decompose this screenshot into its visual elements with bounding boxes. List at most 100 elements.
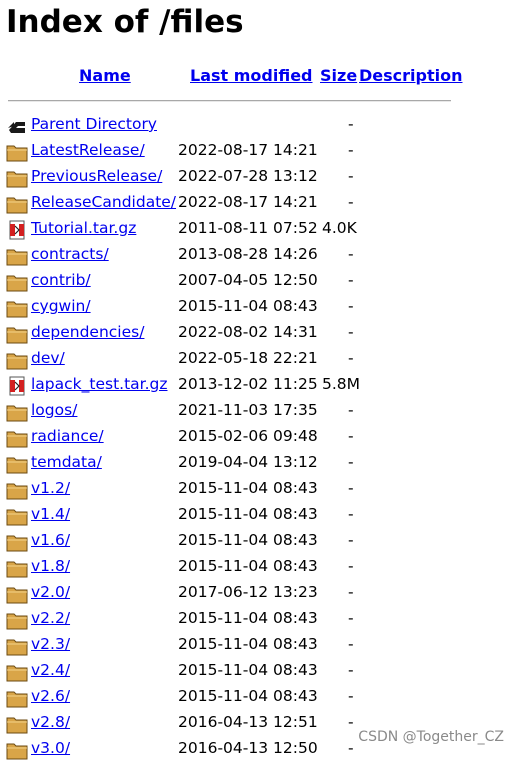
folder-icon	[6, 688, 28, 708]
table-row: PreviousRelease/2022-07-28 13:12 -	[0, 164, 519, 190]
sort-by-description-link[interactable]: Description	[359, 66, 462, 85]
file-link[interactable]: v2.2/	[31, 609, 70, 627]
folder-icon	[6, 246, 28, 266]
table-row: v1.8/2015-11-04 08:43 -	[0, 554, 519, 580]
size-cell: -	[348, 453, 354, 471]
folder-icon	[6, 636, 28, 656]
table-row: v2.4/2015-11-04 08:43 -	[0, 658, 519, 684]
column-header-size[interactable]: Size	[320, 66, 357, 88]
back-icon	[6, 116, 28, 136]
folder-icon	[6, 558, 28, 578]
compressed-file-icon	[6, 376, 28, 396]
file-link[interactable]: v2.3/	[31, 635, 70, 653]
file-link[interactable]: temdata/	[31, 453, 102, 471]
last-modified-cell: 2015-02-06 09:48	[178, 427, 318, 445]
column-header-name[interactable]: Name	[79, 66, 131, 88]
last-modified-cell: 2019-04-04 13:12	[178, 453, 318, 471]
size-cell: -	[348, 635, 354, 653]
size-cell: -	[348, 427, 354, 445]
folder-icon	[6, 506, 28, 526]
folder-icon	[6, 428, 28, 448]
file-link[interactable]: v1.8/	[31, 557, 70, 575]
size-cell: -	[348, 323, 354, 341]
last-modified-cell: 2022-08-17 14:21	[178, 141, 318, 159]
file-link[interactable]: PreviousRelease/	[31, 167, 162, 185]
sort-by-size-link[interactable]: Size	[320, 66, 357, 85]
folder-icon	[6, 298, 28, 318]
file-link[interactable]: v2.8/	[31, 713, 70, 731]
table-row: temdata/2019-04-04 13:12 -	[0, 450, 519, 476]
last-modified-cell: 2022-08-02 14:31	[178, 323, 318, 341]
file-link[interactable]: lapack_test.tar.gz	[31, 375, 168, 393]
table-row: v1.2/2015-11-04 08:43 -	[0, 476, 519, 502]
last-modified-cell: 2015-11-04 08:43	[178, 479, 318, 497]
size-cell: 5.8M	[322, 375, 361, 393]
file-link[interactable]: dev/	[31, 349, 65, 367]
size-cell: -	[348, 713, 354, 731]
last-modified-cell: 2022-05-18 22:21	[178, 349, 318, 367]
size-cell: -	[348, 661, 354, 679]
file-link[interactable]: Parent Directory	[31, 115, 157, 133]
folder-icon	[6, 194, 28, 214]
folder-icon	[6, 610, 28, 630]
folder-icon	[6, 402, 28, 422]
sort-by-name-link[interactable]: Name	[79, 66, 131, 85]
last-modified-cell: 2015-11-04 08:43	[178, 531, 318, 549]
last-modified-cell: 2022-07-28 13:12	[178, 167, 318, 185]
file-link[interactable]: v2.0/	[31, 583, 70, 601]
file-link[interactable]: v3.0/	[31, 739, 70, 757]
table-row: v2.6/2015-11-04 08:43 -	[0, 684, 519, 710]
last-modified-cell: 2021-11-03 17:35	[178, 401, 318, 419]
folder-icon	[6, 662, 28, 682]
sort-by-last-modified-link[interactable]: Last modified	[190, 66, 313, 85]
size-cell: -	[348, 583, 354, 601]
folder-icon	[6, 584, 28, 604]
file-link[interactable]: logos/	[31, 401, 77, 419]
column-header-last-modified[interactable]: Last modified	[190, 66, 313, 88]
table-row: cygwin/2015-11-04 08:43 -	[0, 294, 519, 320]
size-cell: -	[348, 531, 354, 549]
file-link[interactable]: v2.4/	[31, 661, 70, 679]
file-link[interactable]: v1.6/	[31, 531, 70, 549]
folder-icon	[6, 454, 28, 474]
file-link[interactable]: cygwin/	[31, 297, 91, 315]
table-row: contracts/2013-08-28 14:26 -	[0, 242, 519, 268]
file-link[interactable]: ReleaseCandidate/	[31, 193, 176, 211]
watermark: CSDN @Together_CZ	[358, 729, 504, 745]
column-header-description[interactable]: Description	[359, 66, 462, 88]
size-cell: -	[348, 609, 354, 627]
file-link[interactable]: LatestRelease/	[31, 141, 145, 159]
table-row: dependencies/2022-08-02 14:31 -	[0, 320, 519, 346]
last-modified-cell: 2013-08-28 14:26	[178, 245, 318, 263]
file-link[interactable]: v1.2/	[31, 479, 70, 497]
last-modified-cell: 2015-11-04 08:43	[178, 609, 318, 627]
table-row: ReleaseCandidate/2022-08-17 14:21 -	[0, 190, 519, 216]
folder-icon	[6, 532, 28, 552]
page-title: Index of /files	[6, 4, 244, 40]
file-link[interactable]: contracts/	[31, 245, 109, 263]
size-cell: -	[348, 167, 354, 185]
file-link[interactable]: Tutorial.tar.gz	[31, 219, 136, 237]
size-cell: -	[348, 193, 354, 211]
folder-icon	[6, 350, 28, 370]
table-row: v2.2/2015-11-04 08:43 -	[0, 606, 519, 632]
folder-icon	[6, 324, 28, 344]
size-cell: -	[348, 245, 354, 263]
size-cell: -	[348, 297, 354, 315]
last-modified-cell: 2013-12-02 11:25	[178, 375, 318, 393]
file-link[interactable]: v2.6/	[31, 687, 70, 705]
size-cell: -	[348, 479, 354, 497]
file-link[interactable]: radiance/	[31, 427, 104, 445]
file-link[interactable]: v1.4/	[31, 505, 70, 523]
file-link[interactable]: dependencies/	[31, 323, 144, 341]
table-row: LatestRelease/2022-08-17 14:21 -	[0, 138, 519, 164]
size-cell: -	[348, 687, 354, 705]
last-modified-cell: 2007-04-05 12:50	[178, 271, 318, 289]
size-cell: -	[348, 505, 354, 523]
file-link[interactable]: contrib/	[31, 271, 91, 289]
last-modified-cell: 2016-04-13 12:51	[178, 713, 318, 731]
last-modified-cell: 2015-11-04 08:43	[178, 635, 318, 653]
table-row: v2.0/2017-06-12 13:23 -	[0, 580, 519, 606]
folder-icon	[6, 272, 28, 292]
size-cell: -	[348, 115, 354, 133]
